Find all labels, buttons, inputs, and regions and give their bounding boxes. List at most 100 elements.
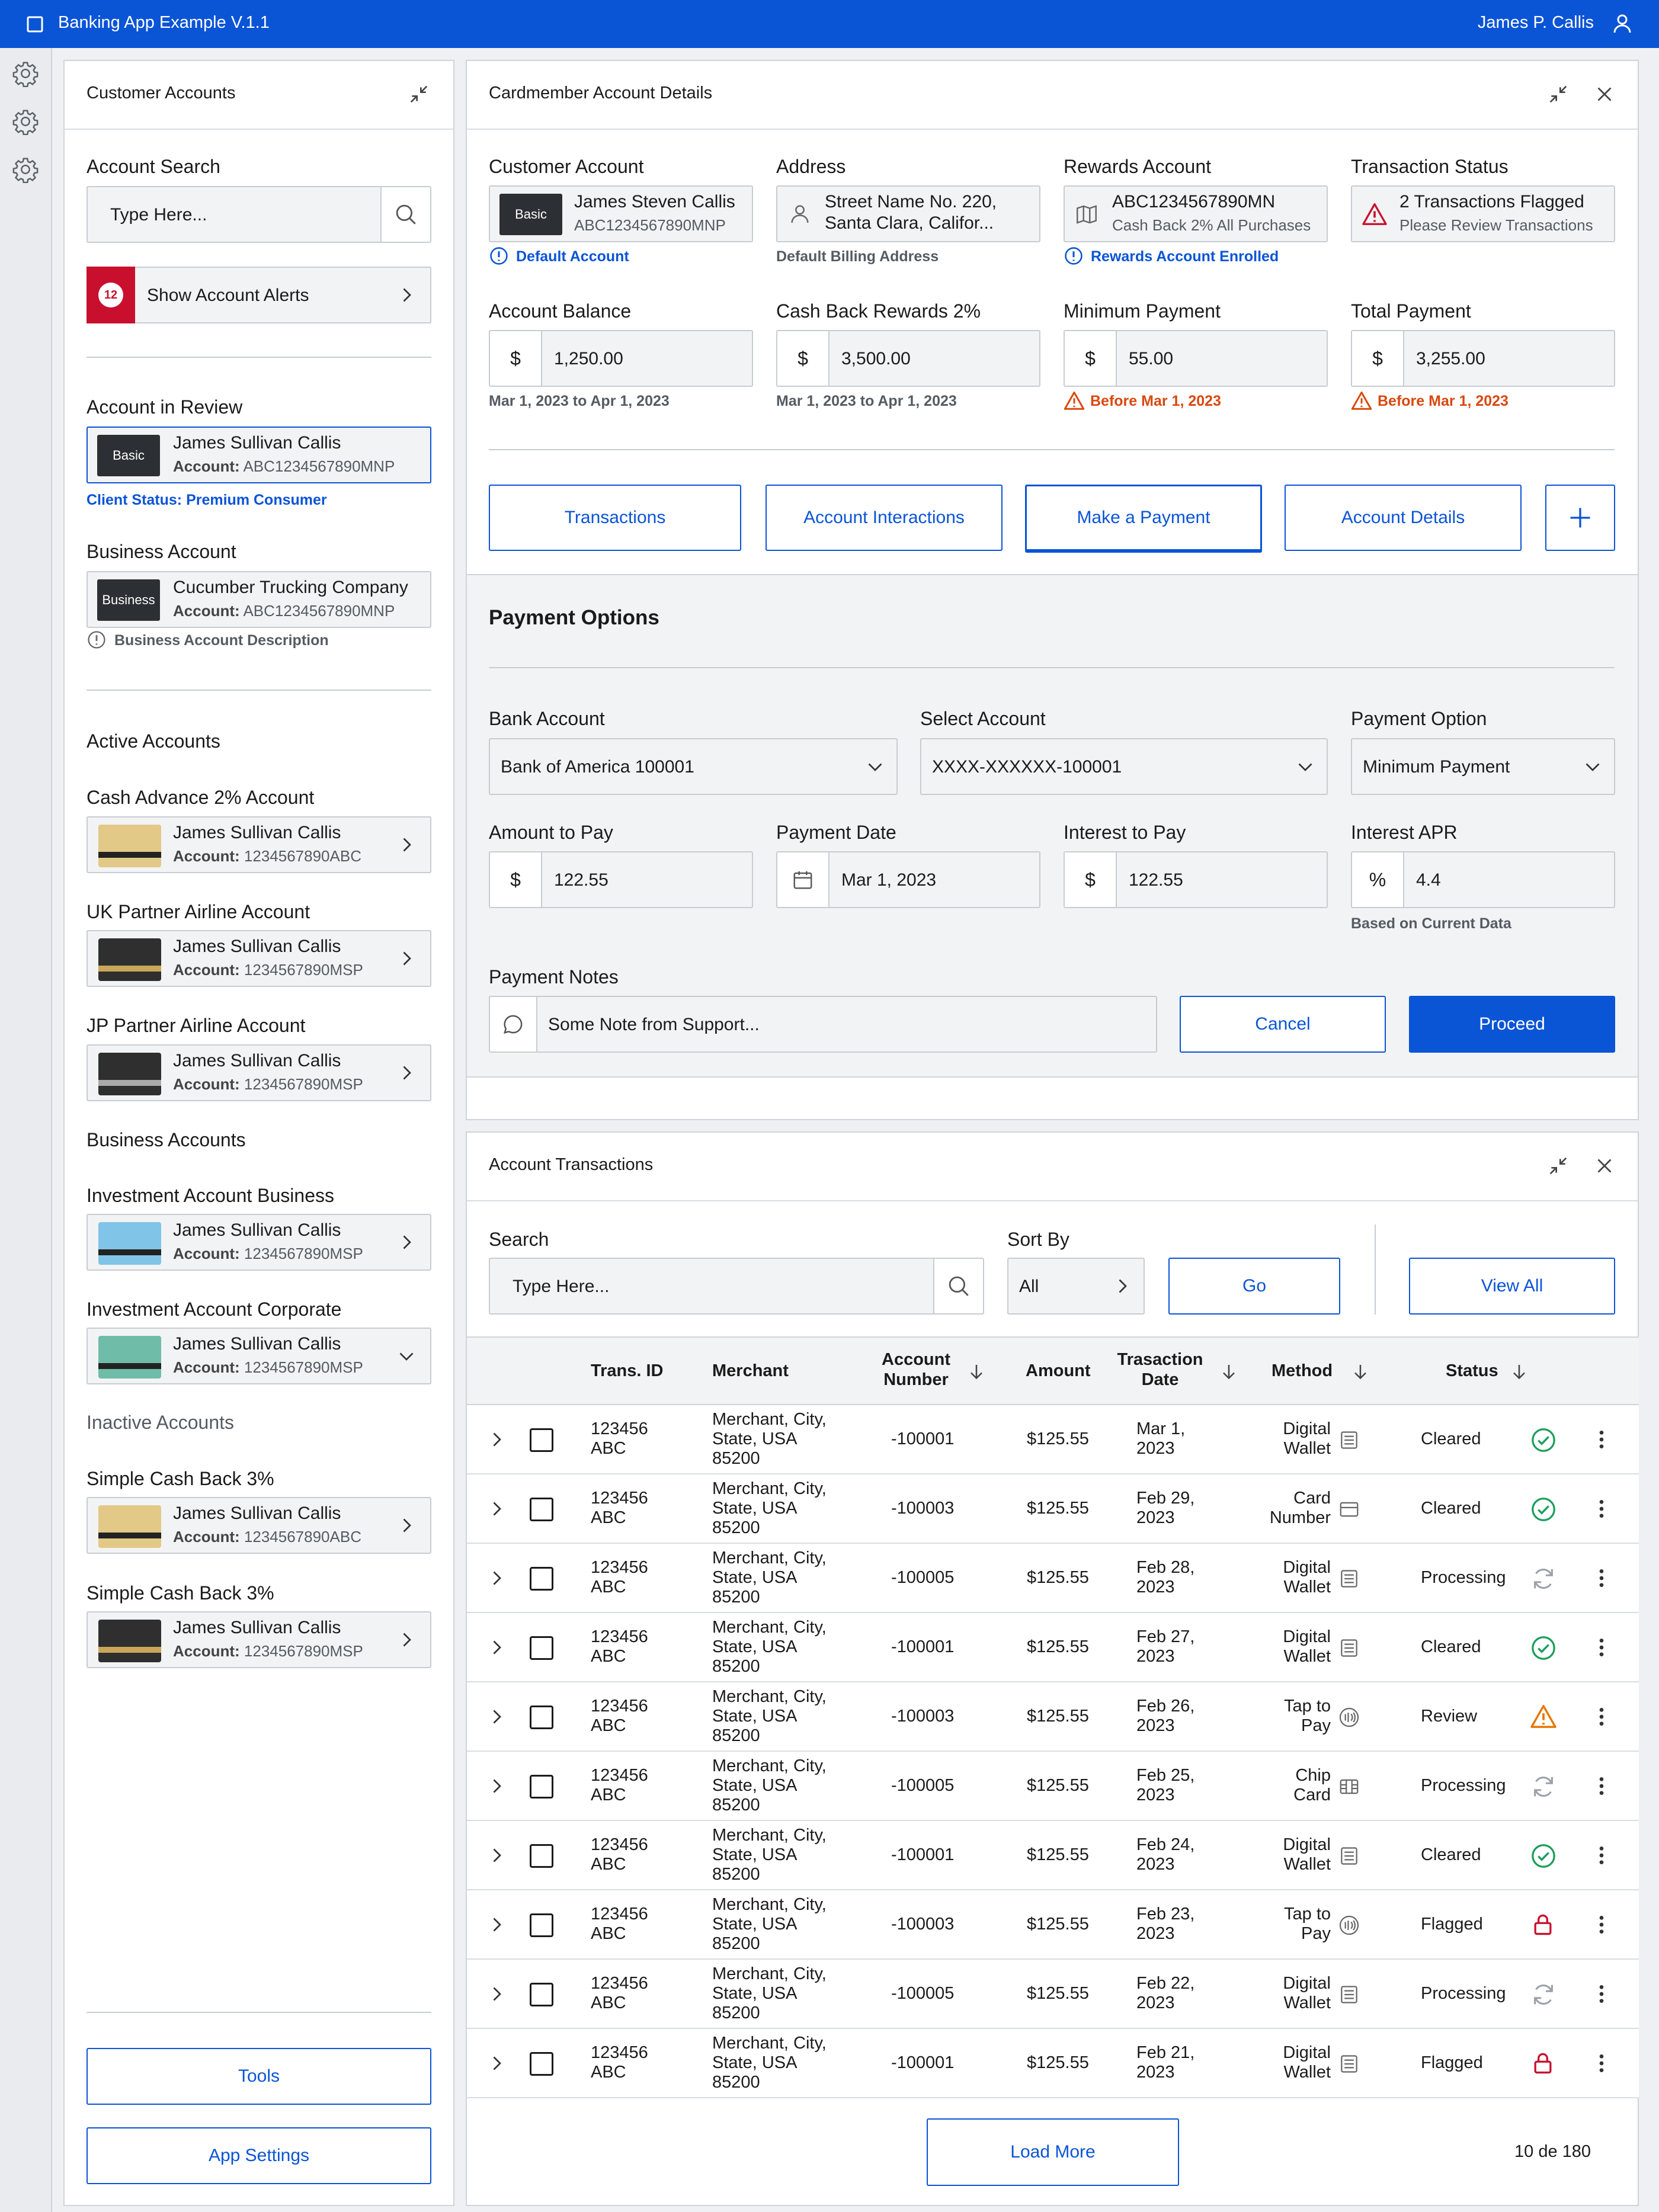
- interest-to-pay-input[interactable]: $ 122.55: [1064, 851, 1328, 908]
- table-row[interactable]: 123456 ABC Merchant, City, State, USA 85200 -…: [467, 1821, 1639, 1890]
- table-row[interactable]: 123456 ABC Merchant, City, State, USA 85200 -…: [467, 1890, 1639, 1960]
- col-status[interactable]: Status: [1446, 1361, 1498, 1381]
- account-card[interactable]: James Sullivan Callis Account: 123456789…: [87, 1044, 431, 1101]
- app-settings-button[interactable]: App Settings: [87, 2127, 431, 2184]
- table-row[interactable]: 123456 ABC Merchant, City, State, USA 85200 -…: [467, 2029, 1639, 2098]
- view-all-button[interactable]: View All: [1409, 1258, 1615, 1315]
- collapse-icon[interactable]: [1546, 1154, 1570, 1178]
- account-card[interactable]: James Sullivan Callis Account: 123456789…: [87, 1611, 431, 1668]
- load-more-button[interactable]: Load More: [927, 2118, 1179, 2186]
- more-vertical-icon[interactable]: [1597, 1913, 1606, 1937]
- close-icon[interactable]: [1594, 84, 1615, 105]
- table-row[interactable]: 123456 ABC Merchant, City, State, USA 85200 -…: [467, 1405, 1639, 1474]
- customer-account-field[interactable]: Basic James Steven Callis ABC1234567890M…: [489, 185, 753, 242]
- user-name[interactable]: James P. Callis: [1478, 13, 1594, 33]
- chevron-right-icon[interactable]: [486, 1914, 507, 1935]
- interest-apr-input[interactable]: % 4.4: [1351, 851, 1615, 908]
- payment-date-input[interactable]: Mar 1, 2023: [776, 851, 1040, 908]
- calendar-icon[interactable]: [777, 852, 830, 907]
- chevron-right-icon[interactable]: [486, 1706, 507, 1727]
- table-row[interactable]: 123456 ABC Merchant, City, State, USA 85200 -…: [467, 1474, 1639, 1544]
- gear-icon[interactable]: [12, 108, 39, 135]
- bank-account-select[interactable]: Bank of America 100001: [489, 738, 898, 795]
- search-icon[interactable]: [380, 187, 430, 242]
- total-payment-field[interactable]: $ 3,255.00: [1351, 330, 1615, 387]
- transaction-search-input[interactable]: Type Here...: [489, 1258, 984, 1315]
- table-row[interactable]: 123456 ABC Merchant, City, State, USA 85200 -…: [467, 1960, 1639, 2029]
- row-checkbox[interactable]: [530, 1983, 553, 2006]
- account-card[interactable]: James Sullivan Callis Account: 123456789…: [87, 930, 431, 987]
- more-vertical-icon[interactable]: [1597, 1566, 1606, 1590]
- proceed-button[interactable]: Proceed: [1409, 996, 1615, 1053]
- user-icon[interactable]: [1612, 13, 1633, 34]
- table-row[interactable]: 123456 ABC Merchant, City, State, USA 85200 -…: [467, 1613, 1639, 1682]
- rewards-account-field[interactable]: ABC1234567890MN Cash Back 2% All Purchas…: [1064, 185, 1328, 242]
- account-card[interactable]: James Sullivan Callis Account: 123456789…: [87, 1328, 431, 1384]
- sort-arrow-icon[interactable]: [1350, 1361, 1371, 1383]
- col-method[interactable]: Method: [1272, 1361, 1333, 1381]
- sort-by-select[interactable]: All: [1007, 1258, 1145, 1315]
- business-account-card[interactable]: Business Cucumber Trucking Company Accou…: [87, 571, 431, 628]
- chevron-right-icon[interactable]: [486, 1775, 507, 1797]
- sort-arrow-icon[interactable]: [1218, 1361, 1240, 1383]
- chevron-right-icon[interactable]: [486, 1567, 507, 1589]
- gear-icon[interactable]: [12, 156, 39, 183]
- account-card[interactable]: James Sullivan Callis Account: 123456789…: [87, 1214, 431, 1271]
- col-account-number[interactable]: Account Number: [870, 1349, 962, 1390]
- cash-back-field[interactable]: $ 3,500.00: [776, 330, 1040, 387]
- account-card[interactable]: James Sullivan Callis Account: 123456789…: [87, 1497, 431, 1554]
- collapse-icon[interactable]: [1546, 82, 1570, 106]
- more-vertical-icon[interactable]: [1597, 1982, 1606, 2006]
- collapse-icon[interactable]: [407, 82, 431, 106]
- search-icon[interactable]: [933, 1259, 983, 1313]
- table-row[interactable]: 123456 ABC Merchant, City, State, USA 85200 -…: [467, 1682, 1639, 1752]
- col-transaction-date[interactable]: Trasaction Date: [1113, 1349, 1208, 1390]
- more-vertical-icon[interactable]: [1597, 1636, 1606, 1659]
- account-search-input[interactable]: Type Here...: [87, 186, 431, 243]
- payment-option-select[interactable]: Minimum Payment: [1351, 738, 1615, 795]
- tab-transactions[interactable]: Transactions: [489, 485, 741, 551]
- sort-arrow-icon[interactable]: [966, 1361, 987, 1383]
- chevron-right-icon[interactable]: [486, 2053, 507, 2074]
- tab-make-a-payment[interactable]: Make a Payment: [1025, 485, 1262, 551]
- tools-button[interactable]: Tools: [87, 2048, 431, 2105]
- row-checkbox[interactable]: [530, 1706, 553, 1729]
- sort-arrow-icon[interactable]: [1509, 1361, 1530, 1383]
- row-checkbox[interactable]: [530, 1428, 553, 1452]
- row-checkbox[interactable]: [530, 2052, 553, 2076]
- chevron-right-icon[interactable]: [486, 1637, 507, 1658]
- gear-icon[interactable]: [12, 60, 39, 87]
- col-trans-id[interactable]: Trans. ID: [591, 1361, 664, 1381]
- cancel-button[interactable]: Cancel: [1180, 996, 1386, 1053]
- minimum-payment-field[interactable]: $ 55.00: [1064, 330, 1328, 387]
- select-account-select[interactable]: XXXX-XXXXXX-100001: [920, 738, 1328, 795]
- payment-notes-input[interactable]: Some Note from Support...: [489, 996, 1157, 1053]
- add-tab-button[interactable]: [1545, 485, 1615, 551]
- address-field[interactable]: Street Name No. 220, Santa Clara, Califo…: [776, 185, 1040, 242]
- table-row[interactable]: 123456 ABC Merchant, City, State, USA 85200 -…: [467, 1544, 1639, 1613]
- show-account-alerts-button[interactable]: 12 Show Account Alerts: [87, 267, 431, 323]
- account-card[interactable]: James Sullivan Callis Account: 123456789…: [87, 816, 431, 873]
- row-checkbox[interactable]: [530, 1567, 553, 1591]
- tab-account-interactions[interactable]: Account Interactions: [766, 485, 1003, 551]
- row-checkbox[interactable]: [530, 1775, 553, 1799]
- row-checkbox[interactable]: [530, 1636, 553, 1660]
- table-row[interactable]: 123456 ABC Merchant, City, State, USA 85200 -…: [467, 1752, 1639, 1821]
- row-checkbox[interactable]: [530, 1913, 553, 1937]
- chevron-right-icon[interactable]: [486, 1983, 507, 2005]
- go-button[interactable]: Go: [1168, 1258, 1340, 1315]
- col-merchant[interactable]: Merchant: [712, 1361, 789, 1381]
- row-checkbox[interactable]: [530, 1844, 553, 1868]
- more-vertical-icon[interactable]: [1597, 1705, 1606, 1729]
- more-vertical-icon[interactable]: [1597, 1844, 1606, 1867]
- account-in-review-card[interactable]: Basic James Sullivan Callis Account: ABC…: [87, 427, 431, 483]
- account-balance-field[interactable]: $ 1,250.00: [489, 330, 753, 387]
- transaction-status-field[interactable]: 2 Transactions Flagged Please Review Tra…: [1351, 185, 1615, 242]
- more-vertical-icon[interactable]: [1597, 1497, 1606, 1521]
- tab-account-details[interactable]: Account Details: [1285, 485, 1522, 551]
- chevron-right-icon[interactable]: [486, 1429, 507, 1450]
- chevron-right-icon[interactable]: [486, 1498, 507, 1519]
- col-amount[interactable]: Amount: [1026, 1361, 1091, 1381]
- more-vertical-icon[interactable]: [1597, 2051, 1606, 2075]
- amount-to-pay-input[interactable]: $ 122.55: [489, 851, 753, 908]
